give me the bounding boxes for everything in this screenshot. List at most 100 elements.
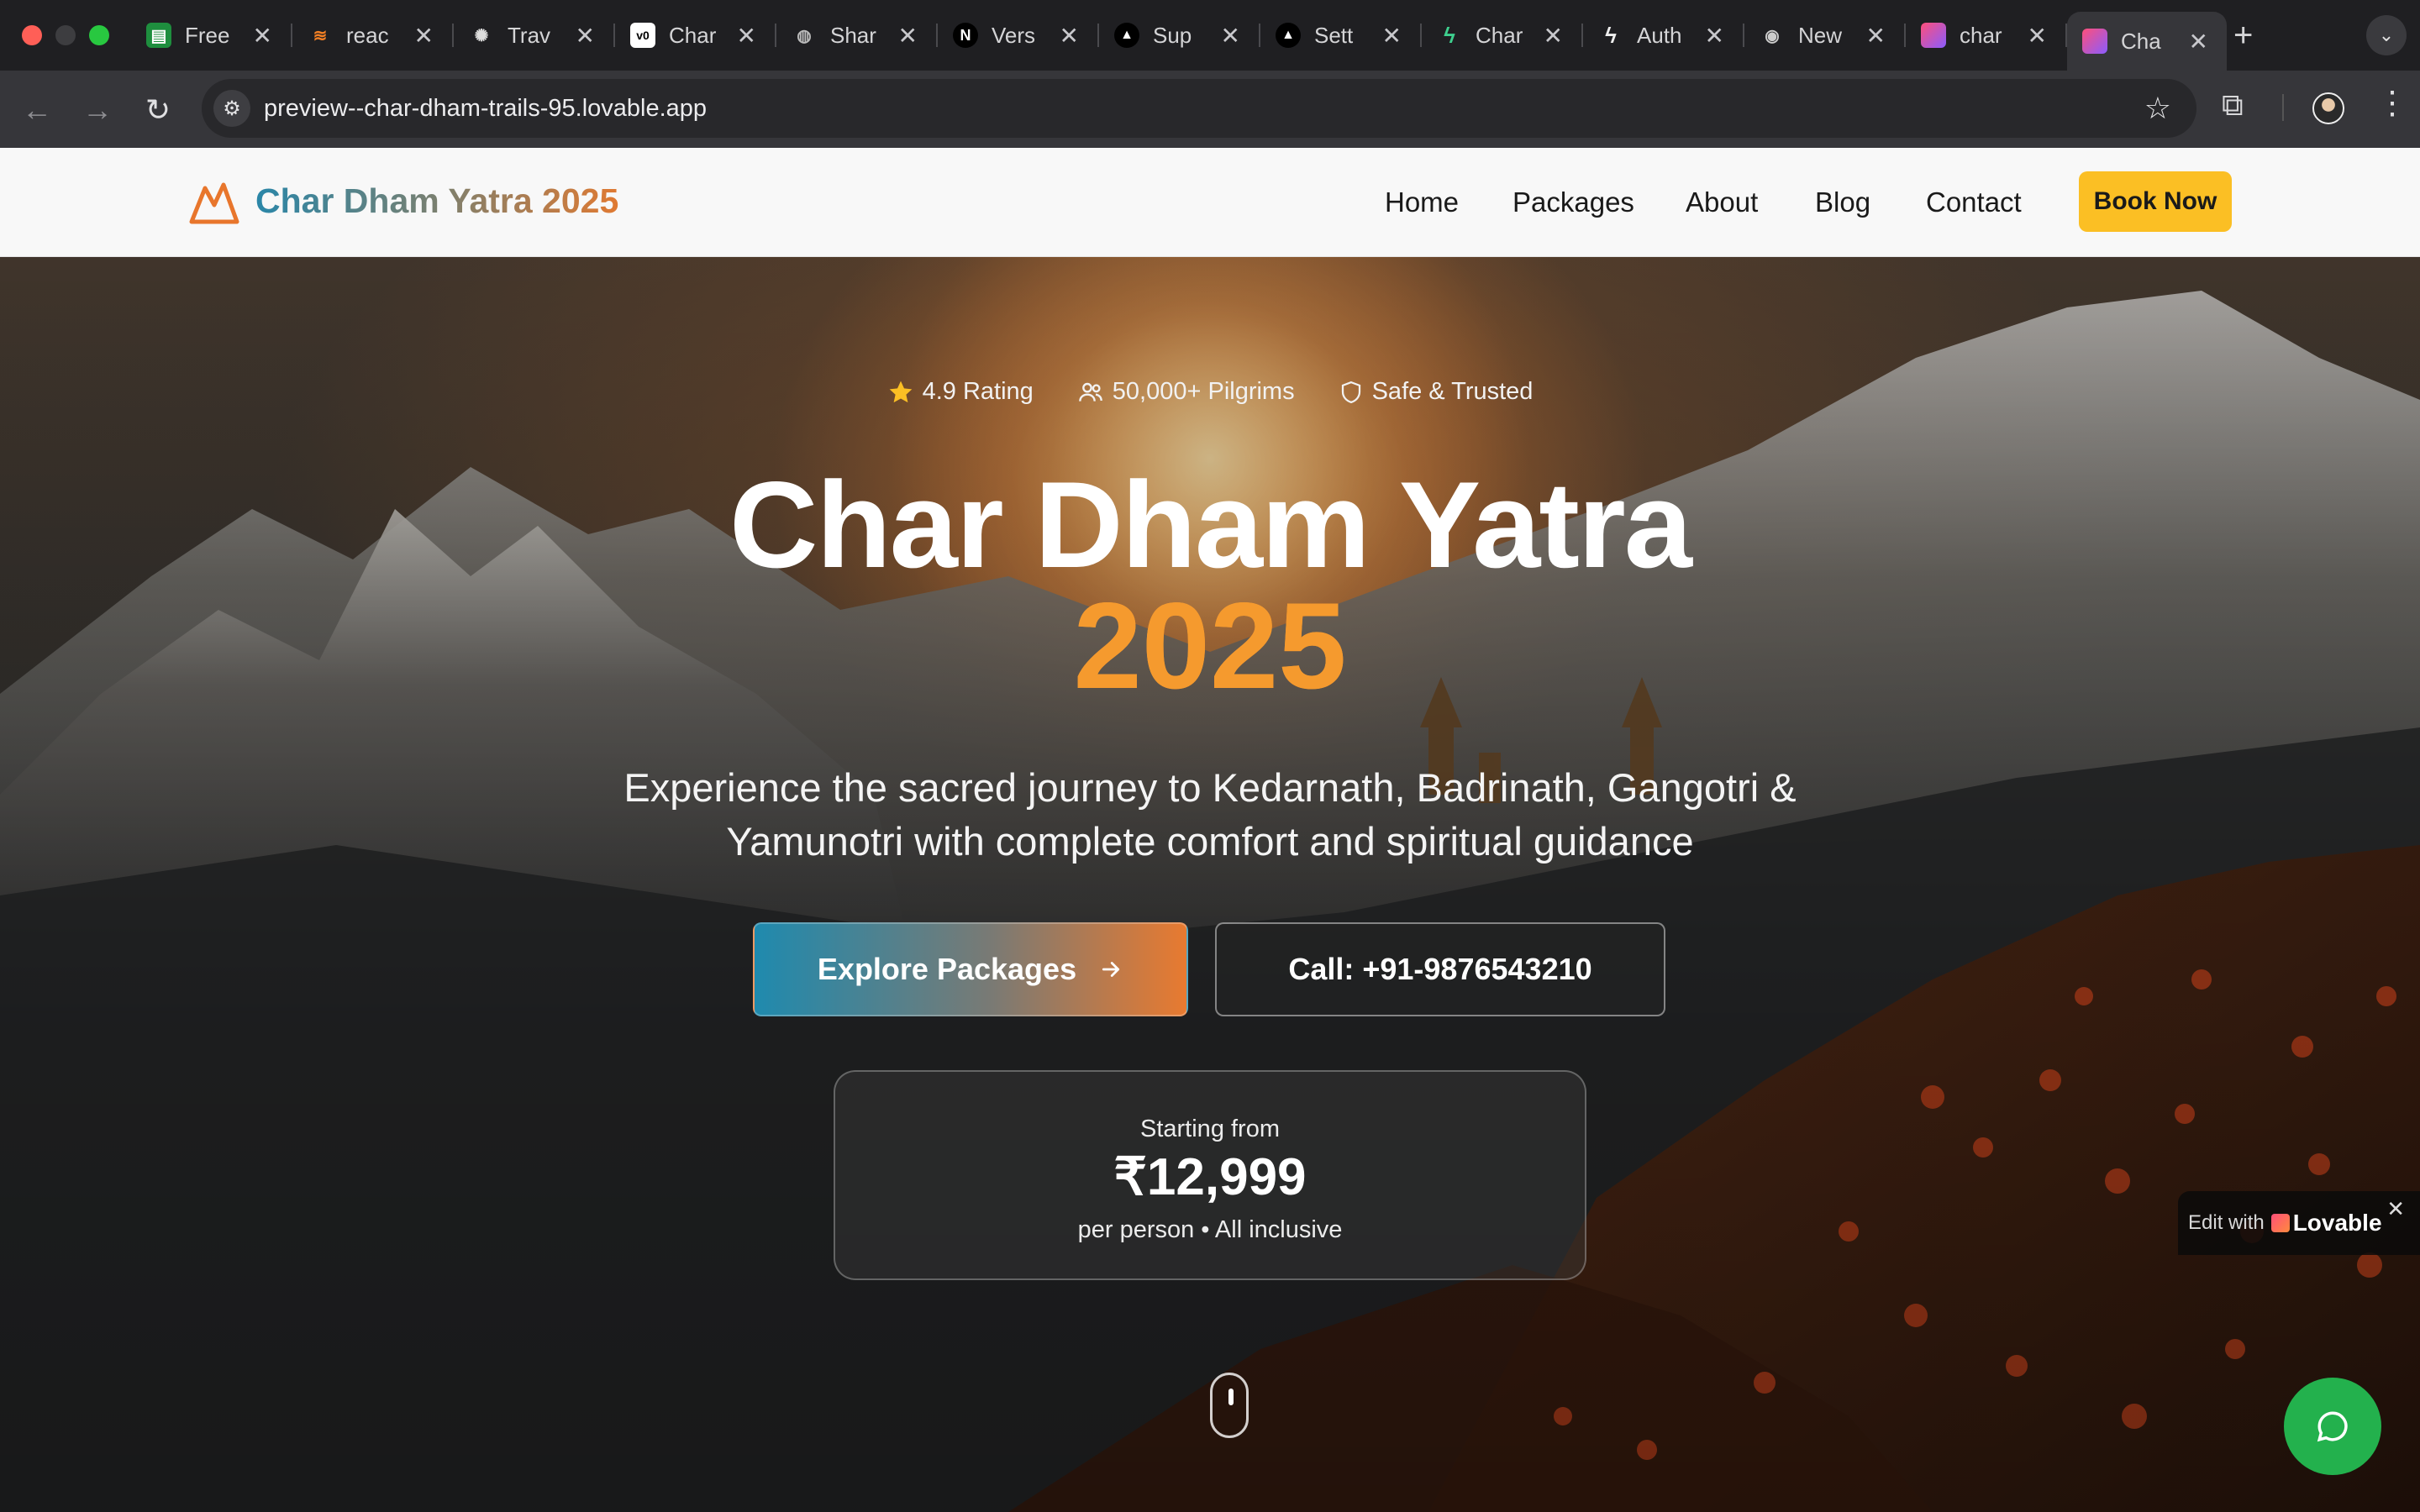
price-note: per person • All inclusive — [1077, 1216, 1343, 1243]
new-tab-icon[interactable]: + — [2233, 17, 2253, 55]
tab-close-icon[interactable]: ✕ — [1060, 22, 1079, 50]
explore-packages-button[interactable]: Explore Packages — [753, 922, 1188, 1016]
hero-subtitle: Experience the sacred journey to Kedarna… — [0, 761, 2420, 869]
tab-close-icon[interactable]: ✕ — [2189, 28, 2208, 55]
tab-label: Free — [185, 22, 230, 48]
profile-avatar[interactable] — [2312, 92, 2344, 124]
safety-label: Safe & Trusted — [1371, 378, 1534, 405]
extensions-puzzle-icon[interactable]: ⧉ — [2222, 87, 2244, 123]
browser-menu-icon[interactable]: ⋮ — [2376, 84, 2408, 122]
vercel-icon: ▲ — [1276, 23, 1301, 48]
site-navbar: Char Dham Yatra 2025 Home Packages About… — [0, 148, 2420, 257]
globe-icon: ◍ — [797, 26, 812, 45]
reload-icon[interactable]: ↻ — [141, 92, 175, 128]
chat-button[interactable] — [2284, 1378, 2381, 1475]
hero-title: Char Dham Yatra — [729, 456, 1692, 593]
lovable-brand: Lovable — [2292, 1210, 2382, 1236]
tab-label: New — [1798, 22, 1843, 48]
tab-close-icon[interactable]: ✕ — [898, 22, 918, 50]
edit-with-label: Edit with — [2188, 1211, 2265, 1234]
tab-close-icon[interactable]: ✕ — [576, 22, 595, 50]
lovable-icon — [1921, 23, 1946, 48]
scroll-indicator-icon[interactable] — [1210, 1373, 1249, 1438]
sheets-icon: ▤ — [146, 23, 171, 48]
rating-badge: 4.9 Rating — [887, 378, 1034, 406]
browser-toolbar: ← → ↻ ⚙ preview--char-dham-trails-95.lov… — [0, 71, 2420, 148]
tab-label: Sup — [1153, 22, 1192, 48]
price-card: Starting from ₹12,999 per person • All i… — [834, 1070, 1586, 1280]
tab-close-icon[interactable]: ✕ — [1866, 22, 1886, 50]
tab-label: Auth — [1637, 22, 1682, 48]
forward-arrow-icon[interactable]: → — [81, 92, 114, 128]
pilgrims-label: 50,000+ Pilgrims — [1112, 378, 1295, 405]
window-minimize-button[interactable] — [55, 25, 76, 45]
tab-label: Shar — [830, 22, 876, 48]
browser-tab[interactable]: ◉ New ✕ — [1744, 12, 1906, 59]
nav-link-contact[interactable]: Contact — [1926, 186, 2022, 218]
address-bar[interactable]: ⚙ preview--char-dham-trails-95.lovable.a… — [202, 79, 2196, 138]
tab-label: Char — [1476, 22, 1523, 48]
browser-tab[interactable]: ▲ Sett ✕ — [1260, 12, 1422, 59]
arrow-right-icon — [1102, 962, 1120, 977]
chrome-icon: ◉ — [1765, 26, 1780, 45]
browser-tab-strip: ▤ Free ✕ ≋ reac ✕ ✺ Trav ✕ v0 Char ✕ ◍ S… — [0, 0, 2420, 71]
browser-tab[interactable]: ϟ Auth ✕ — [1583, 12, 1744, 59]
hero-subtitle-line-1: Experience the sacred journey to Kedarna… — [623, 765, 1797, 810]
browser-tab[interactable]: ▲ Sup ✕ — [1099, 12, 1260, 59]
browser-tab[interactable]: ≋ reac ✕ — [292, 12, 454, 59]
tab-label: char — [1960, 22, 2002, 48]
browser-tab[interactable]: ▤ Free ✕ — [131, 12, 292, 59]
window-zoom-button[interactable] — [89, 25, 109, 45]
nav-link-blog[interactable]: Blog — [1815, 186, 1870, 218]
nav-link-packages[interactable]: Packages — [1512, 186, 1634, 218]
tab-label: Sett — [1314, 22, 1354, 48]
browser-tab[interactable]: ϟ Char ✕ — [1422, 12, 1583, 59]
vercel-icon: ▲ — [1114, 23, 1139, 48]
brand-name[interactable]: Char Dham Yatra 2025 — [255, 181, 618, 221]
chat-bubble-icon — [2317, 1411, 2348, 1442]
tab-search-chevron-icon[interactable]: ⌄ — [2366, 15, 2407, 55]
bolt-icon: ϟ — [1605, 22, 1617, 48]
browser-tab[interactable]: ✺ Trav ✕ — [454, 12, 615, 59]
hero-section: 4.9 Rating 50,000+ Pilgrims Safe & Trust… — [0, 257, 2420, 1512]
nav-link-home[interactable]: Home — [1385, 186, 1459, 218]
tab-label: Vers — [992, 22, 1036, 48]
edit-with-lovable-badge[interactable]: Edit with Lovable ✕ — [2178, 1191, 2420, 1255]
tab-close-icon[interactable]: ✕ — [414, 22, 434, 50]
tab-close-icon[interactable]: ✕ — [1221, 22, 1240, 50]
openai-icon: ✺ — [474, 26, 489, 45]
bookmark-star-icon[interactable]: ☆ — [2144, 91, 2171, 126]
tab-close-icon[interactable]: ✕ — [2028, 22, 2047, 50]
price-amount: ₹12,999 — [1113, 1148, 1307, 1206]
tab-label: Cha — [2121, 28, 2161, 54]
browser-tab[interactable]: N Vers ✕ — [938, 12, 1099, 59]
tab-close-icon[interactable]: ✕ — [737, 22, 756, 50]
book-now-button[interactable]: Book Now — [2079, 171, 2232, 232]
stackoverflow-icon: ≋ — [313, 26, 328, 45]
star-icon — [889, 381, 912, 402]
tab-close-icon[interactable]: ✕ — [253, 22, 272, 50]
lovable-logo-icon — [2270, 1214, 2290, 1232]
back-arrow-icon[interactable]: ← — [20, 92, 54, 128]
tab-close-icon[interactable]: ✕ — [1705, 22, 1724, 50]
tab-close-icon[interactable]: ✕ — [1382, 22, 1402, 50]
explore-packages-label: Explore Packages — [817, 952, 1077, 986]
bolt-icon: ϟ — [1444, 22, 1455, 48]
call-button[interactable]: Call: +91-9876543210 — [1215, 922, 1665, 1016]
close-icon[interactable]: ✕ — [2386, 1196, 2405, 1222]
window-close-button[interactable] — [22, 25, 42, 45]
trust-badges: 4.9 Rating 50,000+ Pilgrims Safe & Trust… — [0, 378, 2420, 406]
hero-subtitle-line-2: Yamunotri with complete comfort and spir… — [726, 819, 1694, 864]
pilgrims-badge: 50,000+ Pilgrims — [1077, 378, 1295, 406]
browser-tab[interactable]: char ✕ — [1906, 12, 2067, 59]
mountain-logo-icon[interactable] — [188, 176, 240, 227]
browser-tab[interactable]: ◍ Shar ✕ — [776, 12, 938, 59]
browser-tab-active[interactable]: Cha ✕ — [2067, 12, 2227, 71]
price-label: Starting from — [1140, 1116, 1280, 1142]
browser-tab[interactable]: v0 Char ✕ — [615, 12, 776, 59]
tab-close-icon[interactable]: ✕ — [1544, 22, 1563, 50]
nav-link-about[interactable]: About — [1686, 186, 1758, 218]
toolbar-divider — [2282, 94, 2284, 121]
url-text[interactable]: preview--char-dham-trails-95.lovable.app — [264, 95, 707, 123]
site-settings-icon[interactable]: ⚙ — [213, 90, 250, 127]
